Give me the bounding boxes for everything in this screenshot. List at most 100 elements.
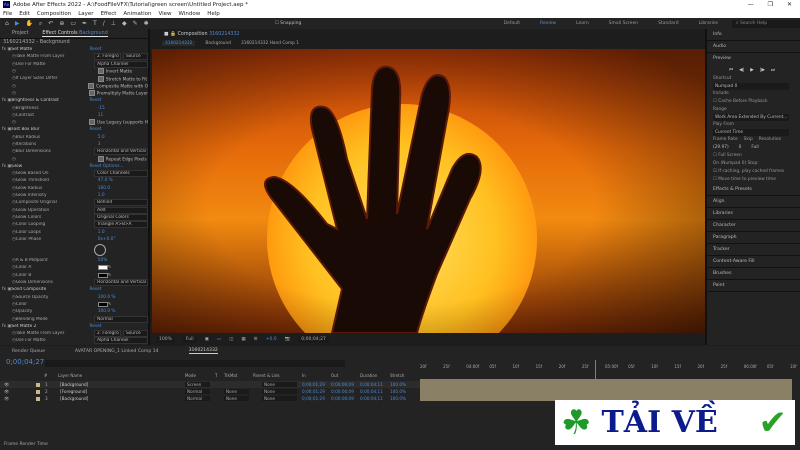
property-checkbox[interactable]: Premultiply Matte Layer — [89, 90, 148, 97]
panel-paragraph[interactable]: Paragraph — [707, 232, 800, 244]
minimize-button[interactable]: — — [748, 1, 754, 8]
stopwatch-icon[interactable]: ◷ — [12, 120, 16, 125]
panel-preview[interactable]: Preview — [707, 53, 800, 65]
panel-tracker[interactable]: Tracker — [707, 244, 800, 256]
zoom-dropdown[interactable]: 100% — [156, 335, 175, 343]
menu-layer[interactable]: Layer — [78, 11, 93, 17]
layer-search-input[interactable] — [45, 360, 345, 367]
next-frame-button[interactable]: |▶ — [760, 68, 765, 73]
stopwatch-icon[interactable]: ◷ — [12, 84, 16, 89]
label-color-swatch[interactable] — [36, 382, 40, 387]
exposure-value[interactable]: +0.0 — [266, 337, 277, 342]
trkmat-dropdown[interactable]: None — [224, 389, 249, 394]
stopwatch-icon[interactable]: ◷ — [12, 157, 16, 162]
label-color-swatch[interactable] — [36, 396, 40, 401]
property-dropdown[interactable]: Original Colors — [94, 213, 148, 221]
color-swatch[interactable] — [97, 265, 108, 271]
roto-brush-icon[interactable]: ✎ — [133, 20, 138, 27]
source-dropdown[interactable]: Source — [122, 330, 149, 338]
panel-brushes[interactable]: Brushes — [707, 268, 800, 280]
layer-duration[interactable]: 0;00;04;11 — [360, 389, 383, 394]
breadcrumb-2[interactable]: 3160214332 Hand Comp 1 — [241, 41, 299, 46]
property-dropdown[interactable]: Horizontal and Vertical — [94, 148, 148, 156]
property-value[interactable]: 100.0 % — [98, 309, 116, 314]
search-help-input[interactable]: ⌕ Search Help — [732, 19, 800, 28]
snapshot-icon[interactable]: 📷 — [285, 337, 291, 342]
property-dropdown[interactable]: Behind — [94, 199, 148, 207]
panel-libraries[interactable]: Libraries — [707, 208, 800, 220]
safe-zones-icon[interactable]: ▣ — [205, 337, 209, 342]
last-frame-button[interactable]: ⏭ — [771, 67, 775, 73]
maximize-button[interactable]: ❐ — [768, 1, 773, 8]
first-frame-button[interactable]: ⏮ — [729, 67, 733, 73]
property-value[interactable]: -15 — [98, 106, 105, 111]
label-color-swatch[interactable] — [36, 389, 40, 394]
property-checkbox[interactable]: Stretch Matte to Fit — [98, 76, 147, 82]
reset-link[interactable]: Reset — [89, 324, 101, 329]
tab-composition[interactable]: ■ 🔒 Composition 3160214332 — [164, 32, 240, 37]
previous-frame-button[interactable]: ◀| — [739, 68, 744, 73]
property-dropdown[interactable]: Color Channels — [94, 170, 148, 178]
brush-tool-icon[interactable]: / — [103, 20, 105, 27]
color-swatch[interactable] — [97, 272, 108, 278]
home-icon[interactable]: ⌂ — [5, 20, 9, 27]
visibility-eye-icon[interactable]: 👁 — [4, 396, 9, 402]
layer-in[interactable]: 0;00;01;29 — [302, 389, 325, 394]
range-dropdown[interactable]: Work Area Extended By Current... — [713, 114, 789, 121]
tab-active-comp[interactable]: 3160214332 — [188, 348, 218, 354]
layer-row[interactable]: 👁 3 [Background] Normal None None 0;00;01;29 0;… — [0, 395, 420, 402]
layer-name[interactable]: [Foreground] — [60, 389, 87, 394]
color-swatch[interactable] — [97, 301, 108, 307]
tab-effect-controls[interactable]: Effect Controls Background — [42, 31, 108, 37]
camera-tool-icon[interactable]: ⊕ — [59, 20, 64, 27]
layer-name[interactable]: [Background] — [60, 382, 88, 387]
eyedropper-icon[interactable]: ✎ — [108, 302, 112, 307]
fx-icon[interactable]: fx ▣ — [2, 127, 11, 132]
layer-name[interactable]: [Background] — [60, 396, 88, 401]
eyedropper-icon[interactable]: ✎ — [108, 265, 112, 270]
layer-dropdown[interactable]: 2. Foregro — [93, 53, 121, 61]
fx-icon[interactable]: fx ▣ — [2, 164, 11, 169]
menu-help[interactable]: Help — [207, 11, 220, 17]
property-value[interactable]: 3 — [98, 142, 101, 147]
layer-in[interactable]: 0;00;01;29 — [302, 396, 325, 401]
workspace-learn[interactable]: Learn — [576, 21, 589, 26]
visibility-eye-icon[interactable]: 👁 — [4, 382, 9, 388]
property-value[interactable]: 5.0 — [98, 135, 105, 140]
layer-duration[interactable]: 0;00;04;11 — [360, 396, 383, 401]
property-value[interactable]: 160.0 — [98, 186, 110, 191]
property-dropdown[interactable]: Horizontal and Vertical — [94, 279, 148, 287]
play-button[interactable]: ▶ — [750, 68, 754, 73]
panel-align[interactable]: Align — [707, 196, 800, 208]
trkmat-dropdown[interactable]: None — [224, 396, 249, 401]
breadcrumb-0[interactable]: 3160214332 — [162, 40, 196, 46]
layer-mode-dropdown[interactable]: Screen — [185, 382, 210, 387]
fast-previews-icon[interactable]: ⚙ — [254, 337, 258, 342]
shortcut-dropdown[interactable]: Numpad 0 — [713, 83, 789, 90]
mask-visibility-icon[interactable]: ◫ — [229, 337, 233, 342]
reset-link[interactable]: Reset — [89, 127, 101, 132]
parent-dropdown[interactable]: None — [262, 389, 297, 394]
selection-tool-icon[interactable]: ▶ — [15, 20, 20, 27]
current-time-display[interactable]: 0;00;04;27 — [298, 335, 329, 343]
workspace-libraries[interactable]: Libraries — [699, 21, 718, 26]
menu-view[interactable]: View — [158, 11, 171, 17]
layer-dropdown[interactable]: 2. Foregro — [93, 330, 121, 338]
layer-duration-bars[interactable] — [420, 379, 792, 401]
hand-tool-icon[interactable]: ✋ — [25, 20, 32, 27]
property-value[interactable]: 50% — [98, 258, 108, 263]
property-value[interactable]: 11 — [98, 113, 103, 118]
layer-mode-dropdown[interactable]: Normal — [185, 389, 210, 394]
type-tool-icon[interactable]: T — [93, 20, 97, 27]
workspace-default[interactable]: Default — [504, 21, 520, 26]
clone-stamp-icon[interactable]: ⊥ — [111, 20, 116, 27]
panel-effects-presets[interactable]: Effects & Presets — [707, 184, 800, 196]
panel-info[interactable]: Info — [707, 29, 800, 41]
pen-tool-icon[interactable]: ✒ — [82, 20, 87, 27]
reset-link[interactable]: Reset Options... — [89, 164, 123, 169]
current-timecode[interactable]: 0;00;04;27 — [6, 358, 44, 366]
reset-link[interactable]: Reset — [89, 98, 101, 103]
frame-rate-dropdown[interactable]: (29.97) — [713, 144, 729, 152]
source-dropdown[interactable]: Source — [122, 53, 149, 61]
panel-paint[interactable]: Paint — [707, 280, 800, 292]
